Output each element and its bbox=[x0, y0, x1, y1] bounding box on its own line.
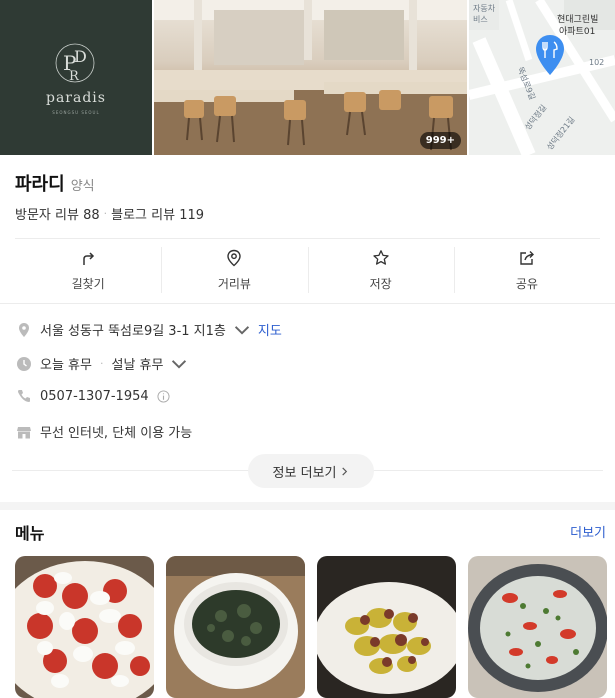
svg-text:R: R bbox=[69, 69, 80, 84]
street-view-label: 거리뷰 bbox=[217, 276, 251, 291]
star-icon bbox=[372, 249, 389, 265]
map-link[interactable]: 지도 bbox=[258, 320, 282, 339]
directions-button[interactable]: 길찾기 bbox=[15, 245, 161, 295]
action-bar: 길찾기 거리뷰 저장 공유 bbox=[15, 245, 600, 295]
place-name: 파라디 bbox=[15, 174, 65, 195]
phone-row: 0507-1307-1954 bbox=[16, 388, 170, 404]
squid-dish-image bbox=[317, 556, 456, 698]
review-summary: 방문자 리뷰 88 · 블로그 리뷰 119 bbox=[15, 204, 204, 223]
menu-photo-squid[interactable] bbox=[317, 556, 456, 698]
more-info-label: 정보 더보기 bbox=[272, 465, 337, 481]
menu-photo-greens[interactable] bbox=[166, 556, 305, 698]
hours-row: 오늘 휴무 · 설날 휴무 bbox=[16, 354, 187, 373]
store-icon bbox=[17, 426, 31, 438]
map-label: 자동차 bbox=[473, 4, 496, 13]
map-label: 102 bbox=[589, 58, 605, 67]
visitor-review-count: 88 bbox=[83, 208, 100, 223]
chevron-right-icon bbox=[342, 466, 348, 476]
info-icon[interactable] bbox=[157, 389, 170, 403]
visitor-review-label: 방문자 리뷰 bbox=[15, 208, 79, 223]
chevron-down-icon[interactable] bbox=[234, 322, 250, 338]
section-separator bbox=[0, 502, 615, 510]
more-info-button[interactable]: 정보 더보기 bbox=[248, 454, 374, 488]
directions-icon bbox=[83, 251, 95, 265]
blog-review-count: 119 bbox=[179, 208, 205, 223]
separator-dot: · bbox=[103, 207, 108, 220]
photo-strip[interactable]: P D R paradis SEONGSU SEOUL 999+ 자동차 비스 … bbox=[0, 0, 615, 155]
greens-dish-image bbox=[166, 556, 305, 698]
logo-monogram: P D R bbox=[55, 43, 95, 84]
svg-text:D: D bbox=[74, 47, 87, 66]
logo-wordmark: paradis bbox=[46, 90, 106, 106]
separator-dot: · bbox=[99, 357, 104, 370]
facilities-row: 무선 인터넷, 단체 이용 가능 bbox=[16, 422, 192, 441]
share-icon bbox=[520, 250, 534, 265]
menu-section-title: 메뉴 bbox=[15, 524, 45, 543]
menu-photo-caprese[interactable] bbox=[15, 556, 154, 698]
phone-number[interactable]: 0507-1307-1954 bbox=[40, 389, 149, 404]
visitor-review-link[interactable]: 방문자 리뷰 88 bbox=[15, 204, 100, 223]
hours-status: 오늘 휴무 bbox=[40, 358, 92, 373]
location-pin-icon bbox=[227, 249, 242, 266]
phone-icon bbox=[18, 390, 30, 402]
location-icon bbox=[19, 322, 29, 337]
map-label: 비스 bbox=[473, 15, 488, 24]
address-row: 서울 성동구 뚝섬로9길 3-1 지1층 지도 bbox=[16, 320, 282, 339]
blog-review-link[interactable]: 블로그 리뷰 119 bbox=[111, 204, 204, 223]
save-label: 저장 bbox=[369, 276, 392, 291]
facilities-text: 무선 인터넷, 단체 이용 가능 bbox=[40, 426, 193, 441]
menu-thumbnails bbox=[15, 556, 607, 698]
interior-illustration bbox=[154, 0, 467, 155]
place-title-row: 파라디 양식 bbox=[15, 170, 95, 196]
caprese-dish-image bbox=[15, 556, 154, 698]
divider bbox=[15, 238, 600, 239]
place-category: 양식 bbox=[70, 179, 95, 194]
photo-count-badge: 999+ bbox=[419, 132, 461, 149]
restaurant-pin-icon[interactable] bbox=[535, 34, 565, 76]
directions-label: 길찾기 bbox=[71, 276, 105, 291]
divider bbox=[0, 303, 615, 304]
share-button[interactable]: 공유 bbox=[453, 245, 600, 295]
hours-note: 설날 휴무 bbox=[111, 358, 164, 373]
blog-review-label: 블로그 리뷰 bbox=[111, 208, 176, 223]
carpaccio-dish-image bbox=[468, 556, 607, 698]
clock-icon bbox=[17, 356, 31, 371]
save-button[interactable]: 저장 bbox=[307, 245, 454, 295]
chevron-down-icon[interactable] bbox=[171, 356, 187, 372]
logo-photo[interactable]: P D R paradis SEONGSU SEOUL bbox=[0, 0, 152, 155]
menu-more-link[interactable]: 더보기 bbox=[570, 522, 606, 541]
interior-photo[interactable]: 999+ bbox=[154, 0, 467, 155]
menu-photo-carpaccio[interactable] bbox=[468, 556, 607, 698]
street-view-button[interactable]: 거리뷰 bbox=[161, 245, 307, 295]
share-label: 공유 bbox=[515, 276, 538, 291]
map-thumbnail[interactable]: 자동차 비스 현대그린빌 아파트01 102 뚝섬로9길 성덕정길 성덕정21길 bbox=[469, 0, 615, 155]
address-text: 서울 성동구 뚝섬로9길 3-1 지1층 bbox=[40, 324, 226, 339]
logo-subtext: SEONGSU SEOUL bbox=[52, 110, 100, 115]
